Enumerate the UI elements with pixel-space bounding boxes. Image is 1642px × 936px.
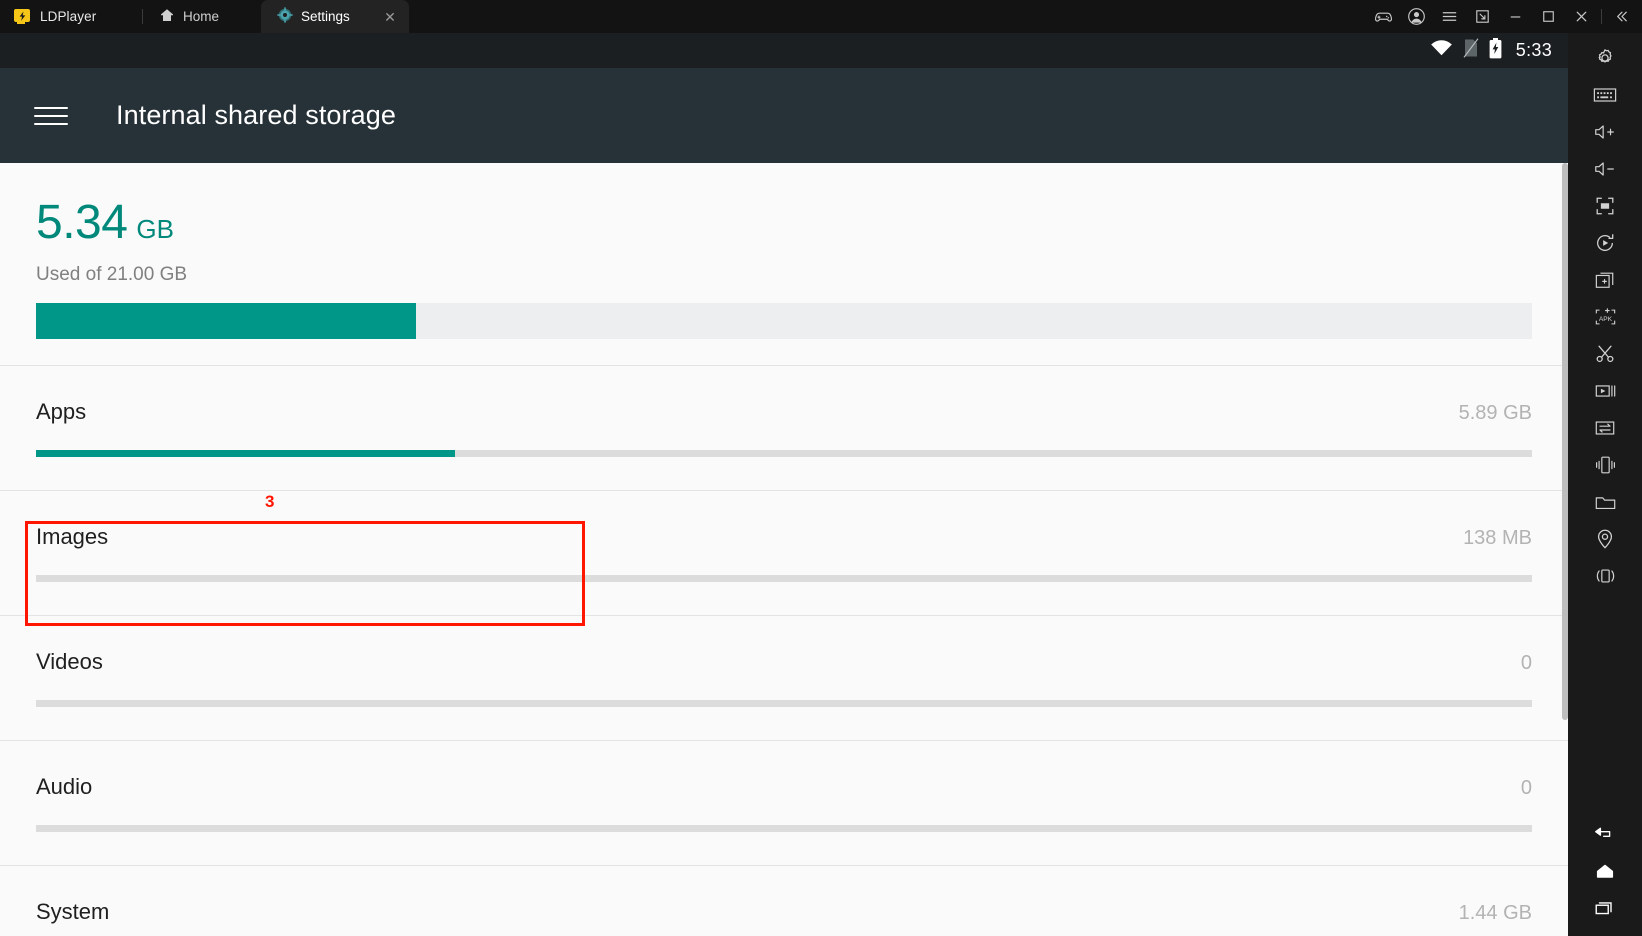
tab-home-label: Home: [183, 9, 220, 24]
settings-gear-icon[interactable]: [1583, 39, 1627, 76]
nav-buttons: [1583, 815, 1627, 936]
row-progress-fill: [36, 450, 455, 457]
storage-row-videos[interactable]: Videos 0: [0, 615, 1568, 740]
storage-total-progress-fill: [36, 303, 416, 339]
row-header: Apps 5.89 GB: [36, 399, 1532, 425]
storage-used-figure: 5.34 GB: [36, 199, 1532, 247]
close-icon[interactable]: ✕: [381, 8, 399, 26]
screen-record-icon[interactable]: [1583, 372, 1627, 409]
app-brand: LDPlayer: [0, 0, 142, 33]
row-label: Audio: [36, 774, 93, 799]
ldplayer-window: LDPlayer Home Settings ✕ 5:33 Internal s…: [0, 0, 1642, 936]
storage-row-images[interactable]: Images 138 MB: [0, 490, 1568, 615]
storage-used-unit: GB: [136, 214, 174, 244]
virtual-device-icon[interactable]: [1583, 557, 1627, 594]
storage-summary: 5.34 GB Used of 21.00 GB: [0, 163, 1568, 339]
window-tabs: Home Settings ✕: [143, 0, 409, 33]
ldplayer-logo-icon: [14, 8, 31, 25]
row-label: Apps: [36, 399, 87, 424]
row-size: 5.89 GB: [1458, 402, 1532, 424]
recents-nav-icon[interactable]: [1583, 889, 1627, 926]
row-label: Images: [36, 524, 109, 549]
storage-row-audio[interactable]: Audio 0: [0, 740, 1568, 865]
shake-device-icon[interactable]: [1583, 446, 1627, 483]
storage-content: 5.34 GB Used of 21.00 GB Apps 5.89 GB Im…: [0, 163, 1568, 936]
storage-category-list: Apps 5.89 GB Images 138 MB Videos 0 Audi…: [0, 365, 1568, 936]
account-icon[interactable]: [1400, 0, 1433, 33]
multi-instance-icon[interactable]: [1583, 261, 1627, 298]
row-progressbar: [36, 575, 1532, 582]
row-progressbar: [36, 450, 1532, 457]
tab-home[interactable]: Home: [143, 0, 261, 33]
shared-folder-icon[interactable]: [1583, 483, 1627, 520]
screen-rotate-icon[interactable]: [1583, 224, 1627, 261]
row-size: 138 MB: [1463, 527, 1532, 549]
back-nav-icon[interactable]: [1583, 815, 1627, 852]
page-title: Internal shared storage: [116, 100, 396, 130]
screenshot-scissors-icon[interactable]: [1583, 335, 1627, 372]
row-size: 1.44 GB: [1458, 902, 1532, 924]
storage-row-apps[interactable]: Apps 5.89 GB: [0, 365, 1568, 490]
row-label: Videos: [36, 649, 103, 674]
emulator-toolbar: APK: [1568, 33, 1642, 936]
minimize-icon[interactable]: [1499, 0, 1532, 33]
resize-icon[interactable]: [1466, 0, 1499, 33]
wifi-icon: [1430, 39, 1453, 62]
row-size: 0: [1520, 652, 1532, 674]
window-body: 5:33 Internal shared storage 5.34 GB Use…: [0, 33, 1642, 936]
settings-gear-icon: [277, 7, 293, 26]
tab-settings[interactable]: Settings ✕: [261, 0, 409, 33]
install-apk-icon[interactable]: APK: [1583, 298, 1627, 335]
android-screen: 5:33 Internal shared storage 5.34 GB Use…: [0, 33, 1568, 936]
menu-icon[interactable]: [1433, 0, 1466, 33]
storage-row-system[interactable]: System 1.44 GB: [0, 865, 1568, 936]
home-nav-icon[interactable]: [1583, 852, 1627, 889]
vertical-scrollbar[interactable]: [1562, 163, 1568, 936]
row-header: Audio 0: [36, 774, 1532, 800]
battery-charging-icon: [1489, 37, 1502, 64]
row-progressbar: [36, 825, 1532, 832]
keyboard-icon[interactable]: [1583, 76, 1627, 113]
row-progressbar: [36, 700, 1532, 707]
annotation-marker-3: 3: [265, 492, 275, 511]
location-pin-icon[interactable]: [1583, 520, 1627, 557]
no-sim-icon: [1463, 38, 1479, 63]
maximize-icon[interactable]: [1532, 0, 1565, 33]
row-size: 0: [1520, 777, 1532, 799]
hamburger-menu-icon[interactable]: [34, 103, 68, 129]
gamepad-icon[interactable]: [1367, 0, 1400, 33]
brand-name: LDPlayer: [40, 9, 97, 24]
tab-settings-label: Settings: [301, 9, 350, 24]
collapse-sidebar-icon[interactable]: [1605, 0, 1638, 33]
scrollbar-thumb[interactable]: [1562, 163, 1568, 720]
window-titlebar: LDPlayer Home Settings ✕: [0, 0, 1642, 33]
android-status-bar: 5:33: [0, 33, 1568, 68]
volume-down-icon[interactable]: [1583, 150, 1627, 187]
row-header: Images 138 MB: [36, 524, 1532, 550]
window-controls: [1367, 0, 1642, 33]
home-icon: [159, 7, 175, 26]
storage-total-progressbar: [36, 303, 1532, 339]
file-transfer-icon[interactable]: [1583, 409, 1627, 446]
app-bar: Internal shared storage: [0, 68, 1568, 163]
status-bar-clock: 5:33: [1515, 40, 1552, 60]
row-label: System: [36, 899, 110, 924]
titlebar-spacer: [409, 0, 1367, 33]
svg-text:APK: APK: [1598, 316, 1612, 323]
close-icon[interactable]: [1565, 0, 1598, 33]
volume-up-icon[interactable]: [1583, 113, 1627, 150]
row-header: System 1.44 GB: [36, 899, 1532, 925]
fullscreen-icon[interactable]: [1583, 187, 1627, 224]
storage-total-label: Used of 21.00 GB: [36, 264, 188, 285]
row-header: Videos 0: [36, 649, 1532, 675]
storage-used-value: 5.34: [36, 196, 128, 249]
controls-divider: [1601, 9, 1602, 24]
